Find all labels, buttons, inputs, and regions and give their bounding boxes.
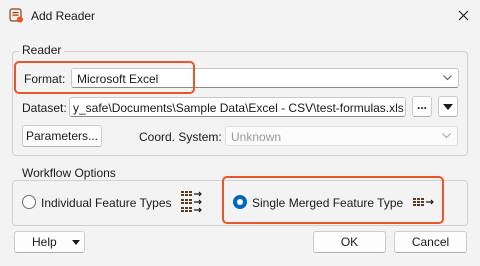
merged-feature-type-icon — [413, 198, 434, 206]
help-button[interactable]: Help — [14, 231, 85, 253]
add-reader-dialog: Add Reader Reader Format: Microsoft Exce… — [0, 0, 480, 266]
multiple-feature-types-icon — [181, 191, 202, 213]
reader-group-legend: Reader — [19, 43, 65, 57]
dataset-input[interactable]: y_safe\Documents\Sample Data\Excel - CSV… — [69, 97, 406, 117]
triangle-down-icon — [443, 104, 453, 110]
single-merged-feature-type-label[interactable]: Single Merged Feature Type — [252, 196, 403, 210]
workflow-options-legend: Workflow Options — [19, 166, 119, 180]
single-merged-feature-type-radio[interactable] — [233, 195, 247, 209]
title-bar: Add Reader — [0, 0, 480, 32]
cancel-button[interactable]: Cancel — [394, 231, 467, 253]
close-button[interactable] — [448, 0, 480, 32]
dataset-label: Dataset: — [22, 101, 67, 115]
coord-system-value: Unknown — [231, 130, 282, 144]
add-reader-app-icon — [9, 8, 23, 23]
individual-feature-types-label[interactable]: Individual Feature Types — [41, 196, 172, 210]
individual-feature-types-radio[interactable] — [22, 195, 36, 209]
coord-system-label: Coord. System: — [139, 130, 222, 144]
chevron-down-icon — [443, 75, 452, 81]
dataset-dropdown-button[interactable] — [438, 96, 458, 117]
parameters-button[interactable]: Parameters... — [22, 125, 102, 147]
dataset-value: y_safe\Documents\Sample Data\Excel - CSV… — [73, 101, 404, 115]
format-highlight — [14, 61, 195, 94]
triangle-down-icon — [72, 240, 80, 245]
dataset-browse-button[interactable]: ... — [412, 96, 432, 117]
window-title: Add Reader — [31, 9, 96, 23]
ok-button[interactable]: OK — [313, 231, 386, 253]
coord-system-combobox[interactable]: Unknown — [225, 126, 458, 146]
chevron-down-icon — [442, 133, 451, 139]
close-icon — [458, 10, 469, 21]
